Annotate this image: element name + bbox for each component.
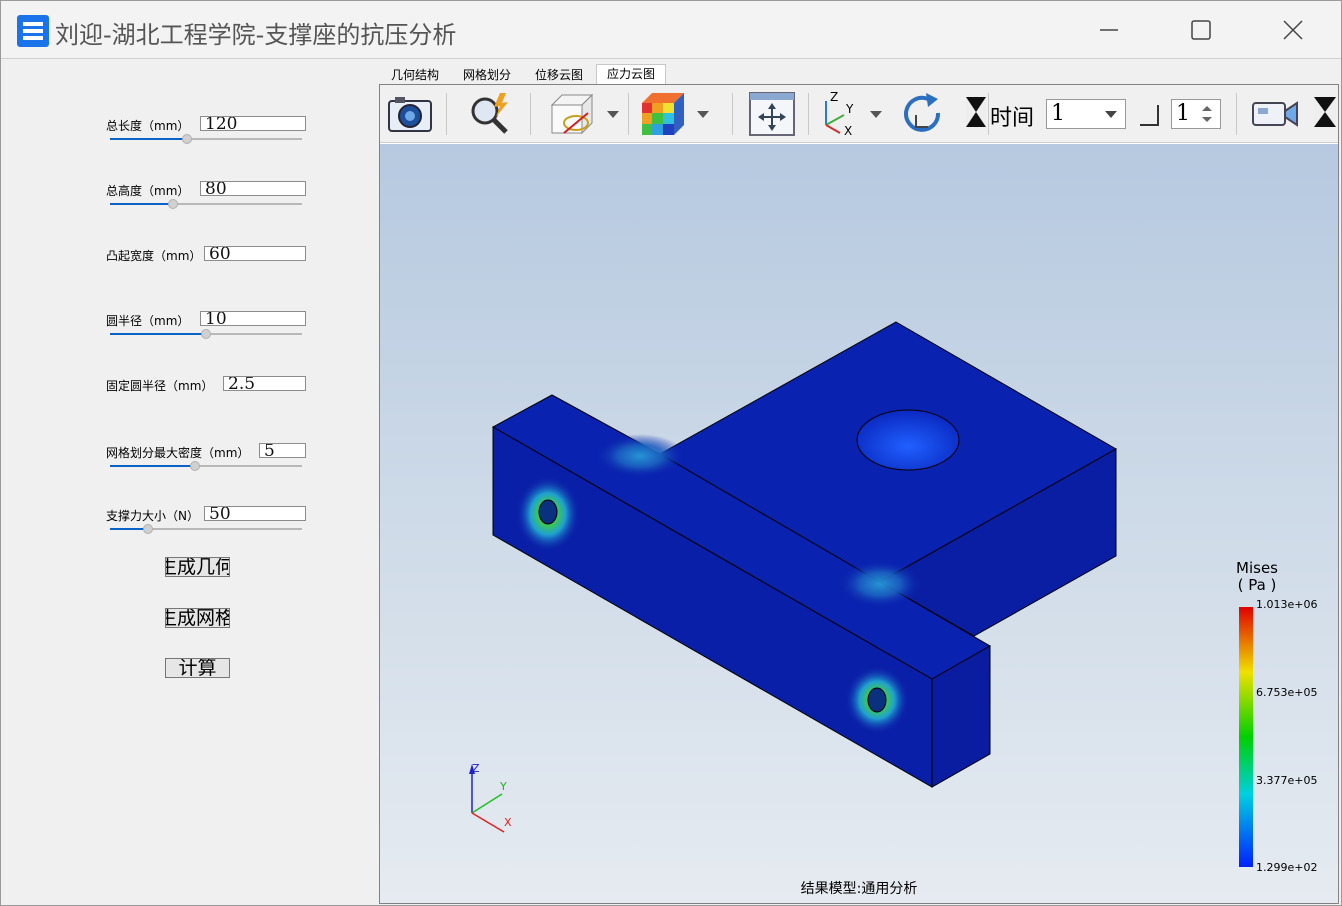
zoom-icon[interactable] — [466, 91, 514, 137]
x-axis-line — [471, 812, 505, 833]
param-label-mesh-density: 网格划分最大密度（mm） — [106, 446, 250, 460]
svg-text:Z: Z — [830, 91, 838, 104]
slider-thumb[interactable] — [168, 199, 178, 209]
svg-text:X: X — [844, 124, 852, 137]
step-corner-icon — [1140, 105, 1159, 126]
spin-arrows-icon[interactable] — [1202, 104, 1212, 124]
param-input-total-height[interactable]: 80 — [200, 181, 306, 196]
chevron-down-icon[interactable] — [697, 111, 709, 118]
param-input-circle-radius[interactable]: 10 — [200, 311, 306, 326]
axes-icon[interactable]: Z Y X — [816, 91, 860, 137]
maximize-button[interactable] — [1155, 1, 1247, 59]
rotate-icon[interactable] — [900, 91, 946, 137]
viewer-toolbar: Z Y X 时间 1 1 — [380, 85, 1338, 143]
close-button[interactable] — [1247, 1, 1339, 59]
slider-thumb[interactable] — [190, 461, 200, 471]
close-icon — [1283, 20, 1303, 40]
tab-displacement[interactable]: 位移云图 — [527, 66, 591, 85]
chevron-down-icon — [1105, 111, 1117, 118]
step-spinbox[interactable]: 1 — [1171, 99, 1221, 129]
app-window: 刘迎-湖北工程学院-支撑座的抗压分析 总长度（mm） 120 总高度（mm） 8… — [0, 0, 1342, 906]
toolbar-overflow-icon[interactable] — [1314, 97, 1336, 127]
y-axis-line — [471, 793, 503, 814]
legend-min: 1.299e+02 — [1256, 861, 1318, 874]
param-input-boss-width[interactable]: 60 — [204, 246, 306, 261]
legend-title: Mises — [1236, 559, 1278, 577]
compute-button[interactable]: 计算 — [165, 658, 230, 678]
chevron-down-icon[interactable] — [607, 111, 619, 118]
video-icon[interactable] — [1250, 91, 1300, 137]
chevron-down-icon[interactable] — [870, 111, 882, 118]
param-input-total-length[interactable]: 120 — [200, 116, 306, 131]
param-slider-total-height[interactable] — [110, 198, 302, 210]
model-label: 结果模型:通用分析 — [800, 881, 918, 897]
result-viewer: Z Y X 时间 1 1 Z Y X Mises (Pa) 1.013e+0… — [379, 84, 1339, 904]
z-axis-label: Z — [472, 762, 480, 775]
generate-geometry-button[interactable]: 生成几何 — [165, 557, 230, 577]
legend-value-2: 6.753e+05 — [1256, 686, 1318, 699]
param-slider-total-length[interactable] — [110, 133, 302, 145]
param-label-support-force: 支撑力大小（N） — [106, 509, 199, 523]
maximize-icon — [1191, 20, 1211, 40]
toolbar-overflow-icon[interactable] — [966, 97, 986, 127]
fit-view-icon[interactable] — [748, 91, 796, 137]
title-bar: 刘迎-湖北工程学院-支撑座的抗压分析 — [1, 1, 1341, 59]
minimize-icon — [1100, 29, 1118, 31]
slider-thumb[interactable] — [143, 524, 153, 534]
tab-mesh[interactable]: 网格划分 — [455, 66, 519, 85]
y-axis-label: Y — [499, 780, 507, 793]
visibility-icon[interactable] — [548, 91, 598, 137]
window-title: 刘迎-湖北工程学院-支撑座的抗压分析 — [55, 21, 457, 49]
tab-stress[interactable]: 应力云图 — [596, 64, 666, 86]
3d-viewport[interactable]: Z Y X Mises ( Pa ) 1.013e+06 6.753e+05 3… — [380, 144, 1338, 903]
param-label-total-length: 总长度（mm） — [106, 119, 190, 133]
legend-colorbar — [1239, 607, 1253, 867]
minimize-button[interactable] — [1063, 1, 1155, 59]
time-select[interactable]: 1 — [1046, 99, 1126, 129]
param-slider-circle-radius[interactable] — [110, 328, 302, 340]
param-input-support-force[interactable]: 50 — [204, 506, 306, 521]
param-label-total-height: 总高度（mm） — [106, 184, 190, 198]
stress-model: Z Y X — [469, 321, 1118, 833]
param-slider-support-force[interactable] — [110, 523, 302, 535]
param-label-boss-width: 凸起宽度（mm） — [106, 249, 202, 263]
tab-geometry[interactable]: 几何结构 — [383, 66, 447, 85]
legend-unit: ( Pa ) — [1237, 576, 1277, 594]
color-cube-icon[interactable] — [638, 91, 688, 137]
param-input-fixed-radius[interactable]: 2.5 — [223, 376, 306, 391]
camera-icon[interactable] — [386, 91, 434, 137]
param-slider-mesh-density[interactable] — [110, 460, 302, 472]
legend-value-3: 3.377e+05 — [1256, 774, 1318, 787]
slider-thumb[interactable] — [182, 134, 192, 144]
param-label-fixed-radius: 固定圆半径（mm） — [106, 379, 214, 393]
x-axis-label: X — [504, 816, 512, 829]
slider-thumb[interactable] — [201, 329, 211, 339]
app-logo-icon — [17, 15, 49, 47]
time-label: 时间 — [990, 106, 1035, 131]
svg-text:Y: Y — [845, 102, 854, 116]
param-input-mesh-density[interactable]: 5 — [259, 443, 306, 458]
param-label-circle-radius: 圆半径（mm） — [106, 314, 190, 328]
generate-mesh-button[interactable]: 生成网格 — [165, 608, 230, 628]
legend-max: 1.013e+06 — [1256, 598, 1318, 611]
